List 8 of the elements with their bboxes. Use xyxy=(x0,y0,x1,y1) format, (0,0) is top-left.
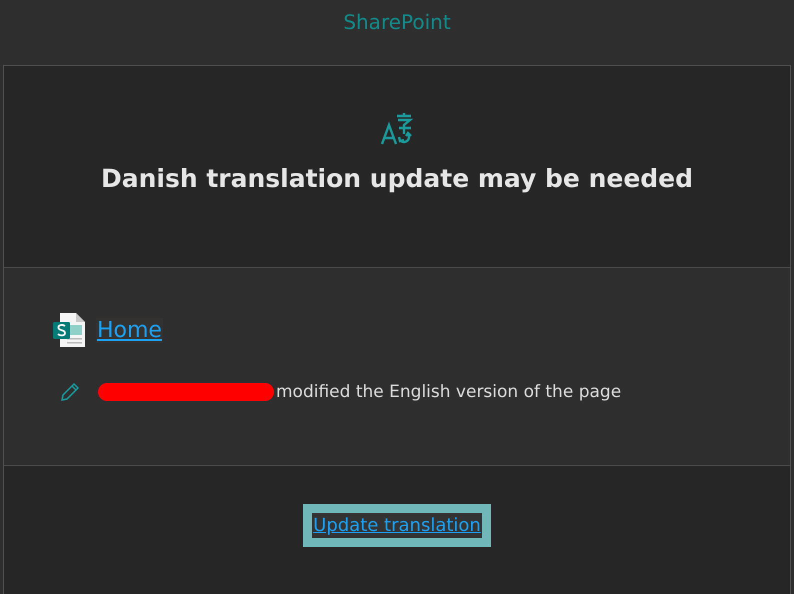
banner-heading: Danish translation update may be needed xyxy=(100,164,694,193)
activity-text: modified the English version of the page xyxy=(276,382,622,402)
translate-icon xyxy=(380,112,414,146)
update-translation-link[interactable]: Update translation xyxy=(303,504,491,547)
page-link[interactable]: Home xyxy=(96,318,163,342)
app-title: SharePoint xyxy=(343,10,451,36)
page-file-icon xyxy=(52,312,86,348)
pencil-icon xyxy=(60,382,80,402)
